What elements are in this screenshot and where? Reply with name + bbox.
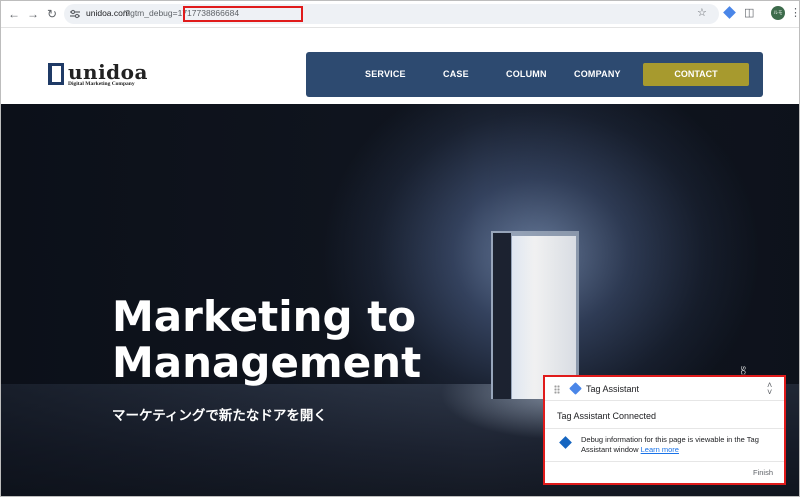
learn-more-link[interactable]: Learn more <box>641 445 679 454</box>
tag-assistant-info-text: Debug information for this page is viewa… <box>581 435 776 455</box>
tag-assistant-title: Tag Assistant <box>586 384 640 394</box>
main-nav: SERVICE CASE COLUMN COMPANY CONTACT <box>306 52 763 97</box>
puzzle-icon[interactable]: ◫ <box>744 6 754 19</box>
hero-subtitle: マーケティングで新たなドアを開く <box>112 408 327 424</box>
info-diamond-icon <box>559 436 572 449</box>
nav-company[interactable]: COMPANY <box>574 69 621 79</box>
nav-service[interactable]: SERVICE <box>365 69 406 79</box>
avatar[interactable]: ルモ <box>771 6 785 20</box>
url-highlight-box <box>183 6 303 22</box>
logo-door-icon <box>48 63 64 85</box>
forward-icon[interactable]: → <box>26 7 40 21</box>
finish-button[interactable]: Finish <box>753 468 773 477</box>
address-bar[interactable]: unidoa.com /?gtm_debug=1717738866684 <box>64 4 719 24</box>
tag-assistant-panel: Tag Assistant ˄ ˅ Tag Assistant Connected… <box>543 375 786 485</box>
tag-assistant-extension-icon[interactable] <box>723 6 736 19</box>
tag-assistant-logo-icon <box>569 382 582 395</box>
nav-case[interactable]: CASE <box>443 69 469 79</box>
hero-title: Marketing to Management <box>112 294 421 386</box>
contact-button[interactable]: CONTACT <box>643 63 749 86</box>
reload-icon[interactable]: ↻ <box>45 7 59 21</box>
tag-assistant-header: Tag Assistant ˄ ˅ <box>545 377 784 401</box>
tag-assistant-status: Tag Assistant Connected <box>557 411 657 421</box>
hero-title-line2: Management <box>112 338 422 387</box>
star-icon[interactable]: ☆ <box>697 6 707 19</box>
drag-handle-icon[interactable] <box>554 385 560 394</box>
menu-icon[interactable]: ⋮ <box>790 6 799 19</box>
tune-icon[interactable] <box>69 8 81 20</box>
nav-column[interactable]: COLUMN <box>506 69 547 79</box>
browser-toolbar: ← → ↻ unidoa.com /?gtm_debug=17177388666… <box>1 1 799 28</box>
collapse-icon[interactable]: ˄ ˅ <box>767 381 772 397</box>
logo-tagline: Digital Marketing Company <box>68 81 135 87</box>
browser-window: ← → ↻ unidoa.com /?gtm_debug=17177388666… <box>0 0 800 497</box>
back-icon[interactable]: ← <box>7 7 21 21</box>
hero-title-line1: Marketing to <box>112 292 417 341</box>
tag-assistant-info: Debug information for this page is viewa… <box>545 428 784 462</box>
